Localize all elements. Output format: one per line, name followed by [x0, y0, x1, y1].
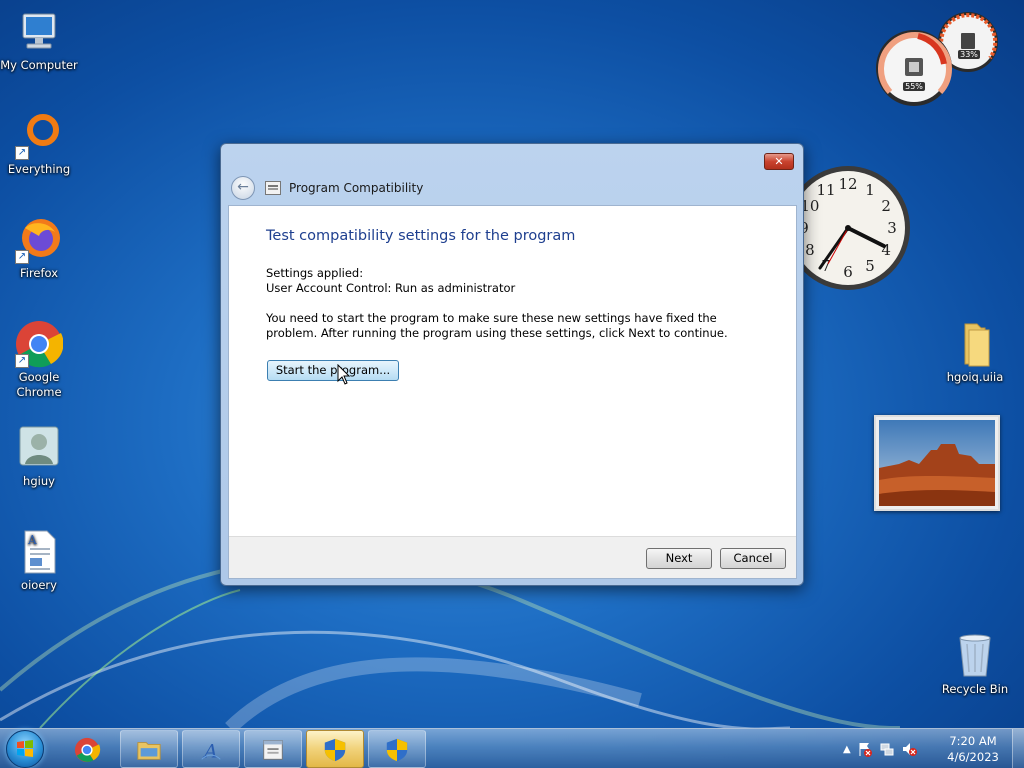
desktop-icon-oioery[interactable]: A oioery [0, 528, 78, 593]
clock-numeral: 3 [887, 219, 897, 237]
clock-numeral: 5 [865, 257, 875, 275]
taskbar: A ▲ 7:20 AM 4/6/2023 [0, 728, 1024, 768]
memory-percent-label: 33% [958, 50, 980, 59]
next-button[interactable]: Next [646, 548, 712, 569]
desktop-icon-label: hgiuy [23, 474, 55, 488]
chrome-icon: ↗ [15, 320, 64, 368]
svg-text:A: A [27, 533, 37, 547]
app-a-icon: A [201, 741, 221, 762]
taskbar-app-a[interactable]: A [182, 730, 240, 768]
clock-numeral: 11 [816, 181, 835, 199]
taskbar-security-shield-active[interactable] [306, 730, 364, 768]
clock-numeral: 12 [838, 175, 857, 193]
dialog-title: Program Compatibility [289, 181, 424, 195]
clock-numeral: 2 [881, 197, 891, 215]
show-hidden-icons-arrow[interactable]: ▲ [843, 744, 851, 755]
desktop-icon-hgiuy[interactable]: hgiuy [0, 424, 78, 489]
folder-icon [137, 742, 161, 760]
taskbar-program-compatibility[interactable] [244, 730, 302, 768]
shortcut-arrow-icon: ↗ [15, 146, 29, 160]
desktop-icon-label: Google Chrome [16, 370, 62, 399]
clock-numeral: 8 [805, 241, 815, 259]
settings-applied-value: User Account Control: Run as administrat… [266, 281, 516, 295]
folder-icon [951, 320, 999, 368]
desktop-icon-label: Everything [7, 162, 71, 176]
cpu-percent-label: 55% [903, 82, 925, 91]
program-compatibility-dialog: ✕ ← Program Compatibility Test compatibi… [220, 143, 804, 586]
desktop-icon-my-computer[interactable]: My Computer [0, 8, 78, 73]
system-tray: ▲ [843, 729, 917, 768]
desktop-icon-label: Recycle Bin [941, 682, 1009, 696]
clock-numeral: 1 [865, 181, 875, 199]
desktop-icon-label: hgoiq.uiia [946, 370, 1004, 384]
uac-shield-icon [324, 738, 346, 762]
action-center-flag-icon[interactable] [857, 741, 873, 757]
back-arrow-icon[interactable]: ← [231, 176, 255, 200]
everything-search-icon: ↗ [15, 112, 63, 160]
shortcut-arrow-icon: ↗ [15, 354, 29, 368]
show-desktop-button[interactable] [1012, 729, 1024, 768]
desktop-icon-firefox[interactable]: ↗ Firefox [0, 216, 78, 281]
recycle-bin-icon [951, 632, 999, 680]
taskbar-security-shield[interactable] [368, 730, 426, 768]
chrome-icon [74, 737, 101, 763]
desktop-icon-label: My Computer [0, 58, 78, 72]
slideshow-gadget[interactable] [874, 415, 1000, 511]
uac-shield-icon [386, 738, 408, 762]
computer-icon [15, 8, 63, 56]
firefox-icon: ↗ [15, 216, 63, 264]
shortcut-arrow-icon: ↗ [15, 250, 29, 264]
dialog-footer: Next Cancel [229, 536, 796, 578]
windows-logo-icon [17, 740, 33, 757]
volume-muted-icon[interactable] [901, 741, 917, 757]
svg-text:A: A [202, 741, 217, 762]
close-button[interactable]: ✕ [764, 153, 794, 170]
page-heading: Test compatibility settings for the prog… [266, 228, 576, 244]
desktop-icon-recycle-bin[interactable]: Recycle Bin [936, 632, 1014, 697]
cancel-button[interactable]: Cancel [720, 548, 786, 569]
clock-numeral: 6 [843, 263, 853, 281]
program-compatibility-icon [263, 740, 283, 760]
instructions-text: You need to start the program to make su… [266, 311, 728, 340]
cpu-meter-gadget[interactable]: 55% 33% [874, 8, 1002, 106]
settings-applied-label: Settings applied: [266, 266, 364, 280]
desktop-icon-label: oioery [21, 578, 57, 592]
mouse-cursor-icon [337, 364, 351, 385]
network-icon[interactable] [879, 741, 895, 757]
desktop-icon-google-chrome[interactable]: ↗ Google Chrome [0, 320, 78, 400]
user-account-icon [15, 424, 63, 472]
clock-date: 4/6/2023 [947, 750, 999, 764]
document-icon: A [15, 528, 63, 576]
program-compatibility-icon [265, 181, 281, 195]
taskbar-file-explorer[interactable] [120, 730, 178, 768]
start-button[interactable] [6, 730, 44, 768]
start-program-button[interactable]: Start the program... [267, 360, 399, 381]
taskbar-clock[interactable]: 7:20 AM 4/6/2023 [944, 733, 1002, 765]
desktop-icon-label: Firefox [19, 266, 59, 280]
dialog-content: Test compatibility settings for the prog… [228, 205, 797, 579]
taskbar-chrome[interactable] [58, 730, 116, 768]
desktop-icon-hgoiq-uiia[interactable]: hgoiq.uiia [936, 320, 1014, 385]
landscape-photo [879, 420, 995, 506]
clock-time: 7:20 AM [949, 734, 997, 748]
clock-gadget[interactable]: 12 1 2 3 4 5 6 7 8 9 10 11 [786, 164, 914, 292]
dialog-nav-bar: ← Program Compatibility [231, 176, 423, 200]
desktop-icon-everything[interactable]: ↗ Everything [0, 112, 78, 177]
